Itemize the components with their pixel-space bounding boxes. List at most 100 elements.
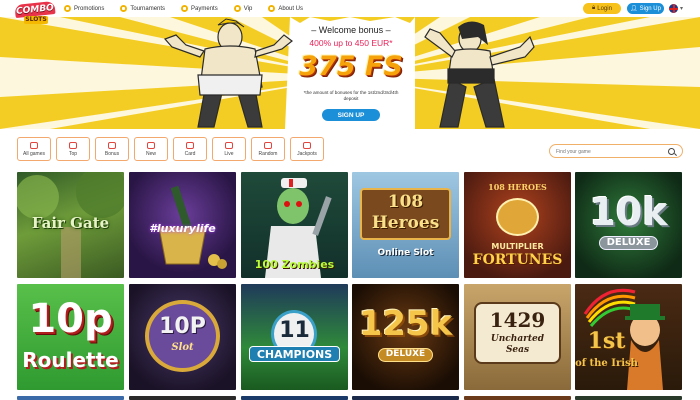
category-bonus[interactable]: Bonus — [95, 137, 129, 161]
nav-label: Vip — [243, 5, 253, 12]
wallet-icon — [181, 5, 189, 12]
signup-label: Sign Up — [639, 5, 661, 12]
game-tile-108-heroes[interactable]: 108 Heroes Online Slot — [352, 172, 459, 278]
category-label: New — [145, 150, 156, 157]
gift-icon — [108, 141, 116, 149]
game-title: 10k — [589, 190, 668, 234]
game-tile-11-champions[interactable]: 11 CHAMPIONS — [241, 284, 348, 390]
nav-vip[interactable]: Vip — [233, 2, 253, 15]
game-tile-partial[interactable] — [129, 396, 236, 400]
game-tile-10k-deluxe[interactable]: 10k DELUXE — [575, 172, 682, 278]
trophy-icon — [120, 5, 128, 12]
login-label: Login — [597, 5, 612, 12]
game-subtitle: Online Slot — [377, 248, 434, 258]
nav-promotions[interactable]: Promotions — [64, 2, 104, 15]
game-tile-fair-gate[interactable]: Fair Gate — [17, 172, 124, 278]
game-subtitle: Slot — [171, 342, 194, 353]
category-label: Live — [224, 150, 234, 157]
category-label: Jackpots — [297, 150, 317, 157]
logo-subtitle: SLOTS — [24, 16, 48, 24]
bonus-amount: 400% up to 450 EUR* — [309, 38, 393, 48]
nav-label: Promotions — [74, 5, 105, 12]
nav-about-us[interactable]: About Us — [268, 2, 303, 15]
coin-icon — [303, 141, 311, 149]
category-live[interactable]: Live — [212, 137, 246, 161]
game-title: 1st — [587, 328, 626, 354]
game-title: 10P — [159, 314, 206, 339]
nav-label: About Us — [278, 5, 303, 12]
game-tile-108-heroes-multiplier-fortunes[interactable]: 108 HEROES MULTIPLIER FORTUNES — [464, 172, 571, 278]
game-subtitle: CHAMPIONS — [256, 348, 333, 361]
category-new[interactable]: New — [134, 137, 168, 161]
live-icon — [225, 141, 233, 149]
promotions-icon — [64, 5, 71, 12]
bonus-panel: – Welcome bonus – 400% up to 450 EUR* 37… — [290, 17, 412, 129]
game-title: Fair Gate — [31, 214, 110, 232]
game-tile-125k-deluxe[interactable]: 125k DELUXE — [352, 284, 459, 390]
bonus-title: – Welcome bonus – — [311, 25, 391, 35]
category-top[interactable]: Top — [56, 137, 90, 161]
crown-icon — [69, 141, 77, 149]
category-random[interactable]: Random — [251, 137, 285, 161]
game-tile-1429-uncharted-seas[interactable]: 1429 Uncharted Seas — [464, 284, 571, 390]
uk-flag-icon[interactable] — [669, 4, 678, 13]
game-title: 100 Zombies — [254, 258, 335, 271]
category-label: Random — [258, 150, 278, 157]
thumbs-up-icon — [30, 141, 38, 149]
game-title-top: 108 HEROES — [488, 182, 547, 192]
nav-label: Payments — [191, 5, 218, 12]
nav-label: Tournaments — [130, 5, 166, 12]
game-tile-partial[interactable] — [352, 396, 459, 400]
login-button[interactable]: 🔒︎ Login — [583, 3, 621, 14]
game-tile-10p-roulette[interactable]: 10p Roulette — [17, 284, 124, 390]
game-category-bar: All games Top Bonus New Card Live Random… — [17, 137, 324, 163]
lock-icon: 🔒︎ — [592, 5, 596, 11]
category-jackpots[interactable]: Jackpots — [290, 137, 324, 161]
game-tile-partial[interactable] — [575, 396, 682, 400]
game-title-line2: FORTUNES — [472, 252, 563, 268]
category-label: Top — [68, 150, 78, 157]
signup-button[interactable]: 👤︎ Sign Up — [627, 3, 664, 14]
game-subtitle: of the Irish — [575, 358, 638, 369]
game-title: 10p — [28, 296, 113, 342]
category-label: Card — [184, 150, 196, 157]
category-label: Bonus — [104, 150, 120, 157]
game-tile-partial[interactable] — [464, 396, 571, 400]
game-tile-100-zombies[interactable]: 100 Zombies — [241, 172, 348, 278]
chevron-down-icon[interactable]: ▾ — [680, 5, 683, 12]
game-title: #luxurylife — [149, 222, 216, 235]
game-title-line1: MULTIPLIER — [491, 242, 544, 251]
site-header: COMBO SLOTS Promotions Tournaments Payme… — [0, 0, 700, 24]
game-subtitle: DELUXE — [606, 237, 651, 248]
welcome-banner: – Welcome bonus – 400% up to 450 EUR* 37… — [0, 17, 700, 129]
category-label: All games — [23, 150, 45, 157]
game-subtitle: Uncharted Seas — [490, 334, 545, 355]
game-tile-luxurylife[interactable]: #luxurylife — [129, 172, 236, 278]
combo-slots-logo[interactable]: COMBO SLOTS — [13, 0, 57, 28]
category-all-games[interactable]: All games — [17, 137, 51, 161]
nav-payments[interactable]: Payments — [181, 2, 218, 15]
crown-icon — [233, 5, 241, 12]
game-subtitle: DELUXE — [385, 349, 426, 359]
game-title: 125k — [358, 304, 453, 344]
game-title: 108 Heroes — [371, 192, 440, 233]
card-icon — [186, 141, 194, 149]
category-card[interactable]: Card — [173, 137, 207, 161]
bonus-footnote: *the amount of bonuses for the 1st/2nd/3… — [303, 90, 399, 101]
game-subtitle: Roulette — [22, 348, 119, 372]
game-tile-1st-of-the-irish[interactable]: 1st of the Irish — [575, 284, 682, 390]
free-spins-amount: 375 FS — [299, 51, 403, 82]
main-nav: Promotions Tournaments Payments Vip Abou… — [64, 2, 303, 15]
game-title: 1429 — [489, 308, 546, 332]
banner-signup-button[interactable]: SIGN UP — [322, 109, 380, 121]
game-tile-partial[interactable] — [241, 396, 348, 400]
search-input[interactable] — [556, 147, 661, 156]
search-icon[interactable] — [668, 148, 675, 155]
game-tile-partial[interactable] — [17, 396, 124, 400]
nav-tournaments[interactable]: Tournaments — [120, 2, 165, 15]
star-icon — [147, 141, 155, 149]
shuffle-icon — [264, 141, 272, 149]
game-tile-10p-slot[interactable]: 10P Slot — [129, 284, 236, 390]
game-search-box — [549, 144, 683, 158]
user-icon: 👤︎ — [630, 6, 638, 12]
